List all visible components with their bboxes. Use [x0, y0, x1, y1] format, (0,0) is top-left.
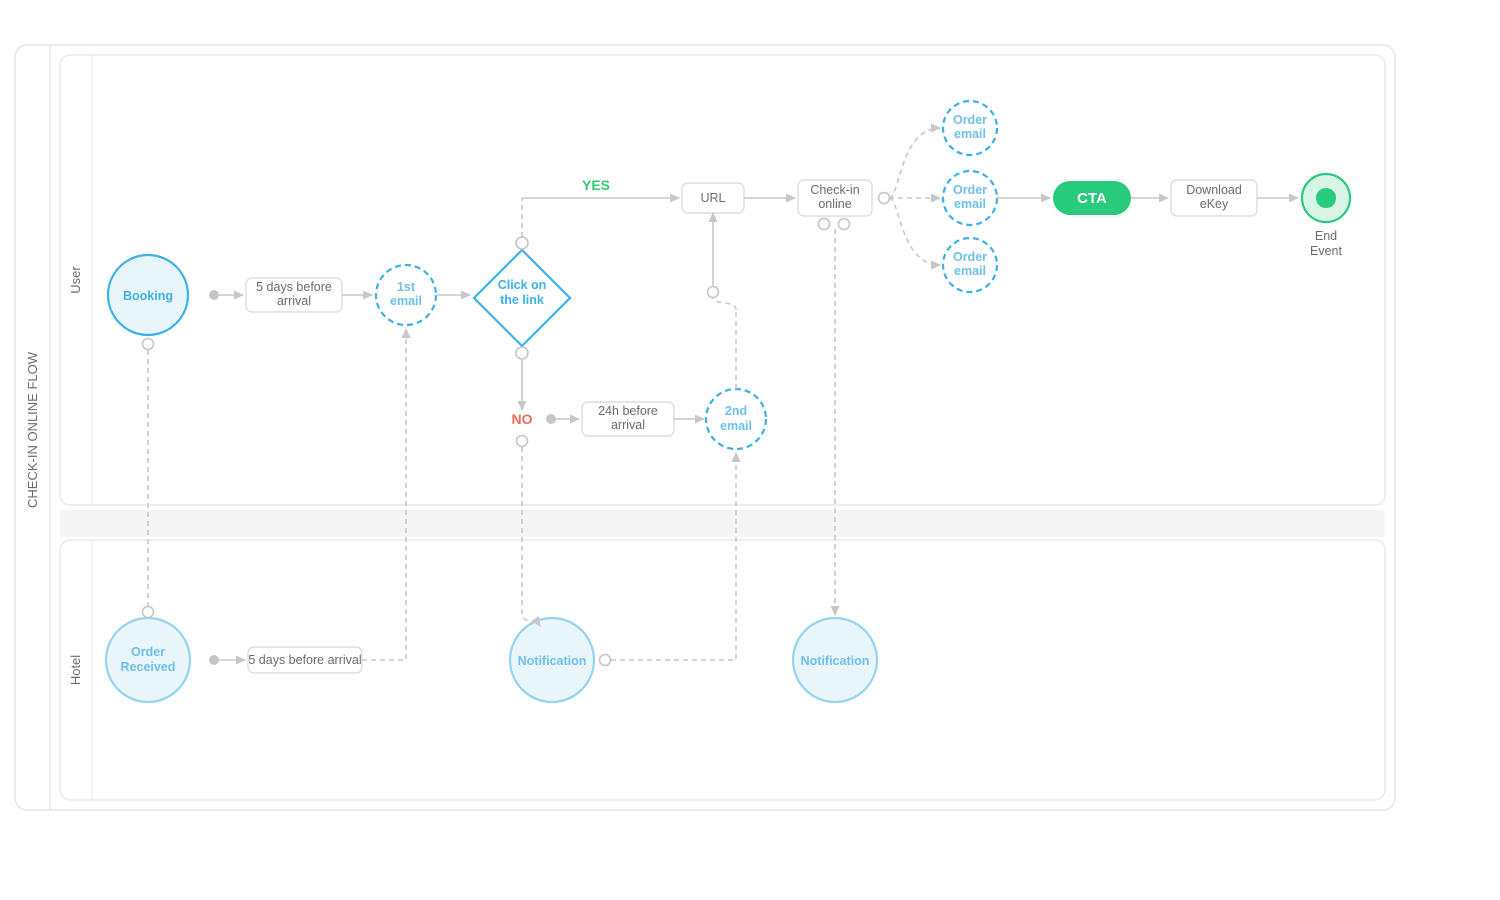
svg-text:Order: Order	[953, 250, 987, 264]
lane-user-label: User	[68, 266, 83, 294]
svg-text:eKey: eKey	[1200, 197, 1229, 211]
svg-text:Received: Received	[121, 660, 176, 674]
node-5days-before-label-2: arrival	[277, 294, 311, 308]
node-notification-1-label: Notification	[518, 654, 587, 668]
pool-title: CHECK-IN ONLINE FLOW	[25, 351, 40, 508]
svg-text:24h before: 24h before	[598, 404, 658, 418]
svg-text:Click on: Click on	[498, 278, 547, 292]
flow-diagram: CHECK-IN ONLINE FLOW User Hotel Booking …	[0, 0, 1500, 900]
node-notification-2-label: Notification	[801, 654, 870, 668]
svg-text:the link: the link	[500, 293, 544, 307]
node-1st-email-label-2: email	[390, 294, 422, 308]
node-5days-before-hotel-label: 5 days before arrival	[248, 653, 361, 667]
svg-text:End: End	[1315, 229, 1337, 243]
node-cta-label: CTA	[1077, 190, 1107, 207]
svg-text:email: email	[954, 264, 986, 278]
node-checkin-label-2: online	[818, 197, 851, 211]
node-1st-email-label-1: 1st	[397, 280, 416, 294]
label-yes: YES	[582, 177, 610, 193]
svg-text:email: email	[954, 197, 986, 211]
svg-text:Order: Order	[131, 645, 165, 659]
node-checkin-label-1: Check-in	[810, 183, 859, 197]
svg-text:Download: Download	[1186, 183, 1242, 197]
svg-text:arrival: arrival	[611, 418, 645, 432]
node-booking-label: Booking	[123, 289, 173, 303]
svg-text:2nd: 2nd	[725, 404, 747, 418]
svg-text:email: email	[954, 127, 986, 141]
node-end-event	[1302, 174, 1350, 222]
label-no: NO	[512, 411, 533, 427]
svg-text:Event: Event	[1310, 244, 1342, 258]
node-5days-before-label-1: 5 days before	[256, 280, 332, 294]
svg-text:Order: Order	[953, 113, 987, 127]
svg-text:Order: Order	[953, 183, 987, 197]
node-url-label: URL	[700, 191, 725, 205]
svg-text:email: email	[720, 419, 752, 433]
lane-hotel-label: Hotel	[68, 655, 83, 685]
